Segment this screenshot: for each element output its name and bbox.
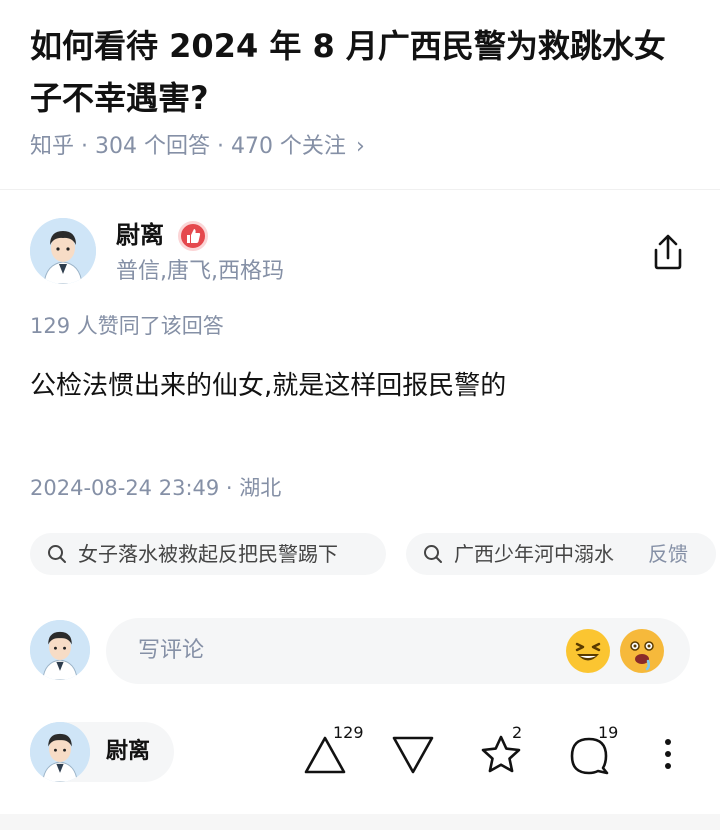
chevron-right-icon: › [355, 134, 365, 159]
current-user-avatar[interactable] [30, 620, 90, 680]
comment-input[interactable]: 写评论 [106, 618, 690, 684]
favorite-count: 2 [512, 723, 523, 742]
more-button[interactable] [656, 734, 680, 774]
comment-count: 19 [598, 723, 619, 742]
thumbs-up-badge-icon [178, 221, 208, 251]
bottom-author-chip[interactable]: 尉离 [30, 722, 174, 782]
question-header: 如何看待 2024 年 8 月广西民警为救跳水女子不幸遇害? 知乎 · 304 … [0, 0, 720, 190]
upvote-count: 129 [333, 723, 364, 742]
drooling-emoji-icon[interactable] [620, 629, 664, 673]
search-icon [424, 545, 442, 563]
share-icon[interactable] [646, 230, 690, 274]
doctor-avatar-icon [30, 620, 90, 680]
answer-author-row: 尉离 普信,唐飞,西格玛 [30, 218, 690, 288]
bottom-author-avatar [30, 722, 90, 782]
doctor-avatar-icon [30, 722, 90, 782]
question-title[interactable]: 如何看待 2024 年 8 月广西民警为救跳水女子不幸遇害? [30, 20, 690, 124]
answer-timestamp: 2024-08-24 23:49 · 湖北 [30, 476, 282, 500]
related-search-label: 女子落水被救起反把民警踢下 [78, 542, 338, 566]
question-meta[interactable]: 知乎 · 304 个回答 · 470 个关注 › [30, 130, 365, 164]
related-search-label: 广西少年河中溺水 [454, 542, 614, 566]
bottom-divider-band [0, 814, 720, 830]
more-icon [665, 739, 671, 769]
comment-placeholder: 写评论 [138, 638, 205, 663]
author-tags: 普信,唐飞,西格玛 [116, 259, 284, 284]
bottom-author-name: 尉离 [106, 739, 151, 764]
downvote-button[interactable] [390, 732, 436, 778]
doctor-avatar-icon [30, 218, 96, 284]
question-meta-text: 知乎 · 304 个回答 · 470 个关注 [30, 134, 346, 159]
author-avatar[interactable] [30, 218, 96, 284]
answer-content[interactable]: 公检法惯出来的仙女,就是这样回报民警的 [30, 364, 690, 408]
search-icon [48, 545, 66, 563]
related-search-chip[interactable]: 女子落水被救起反把民警踢下 [30, 533, 386, 575]
vote-summary: 129 人赞同了该回答 [30, 314, 224, 338]
grinning-squint-emoji-icon[interactable] [566, 629, 610, 673]
downvote-icon [392, 736, 434, 774]
related-searches: 女子落水被救起反把民警踢下 广西少年河中溺水 反馈 [30, 533, 720, 575]
feedback-link[interactable]: 反馈 [648, 533, 688, 575]
author-name[interactable]: 尉离 [116, 218, 164, 252]
